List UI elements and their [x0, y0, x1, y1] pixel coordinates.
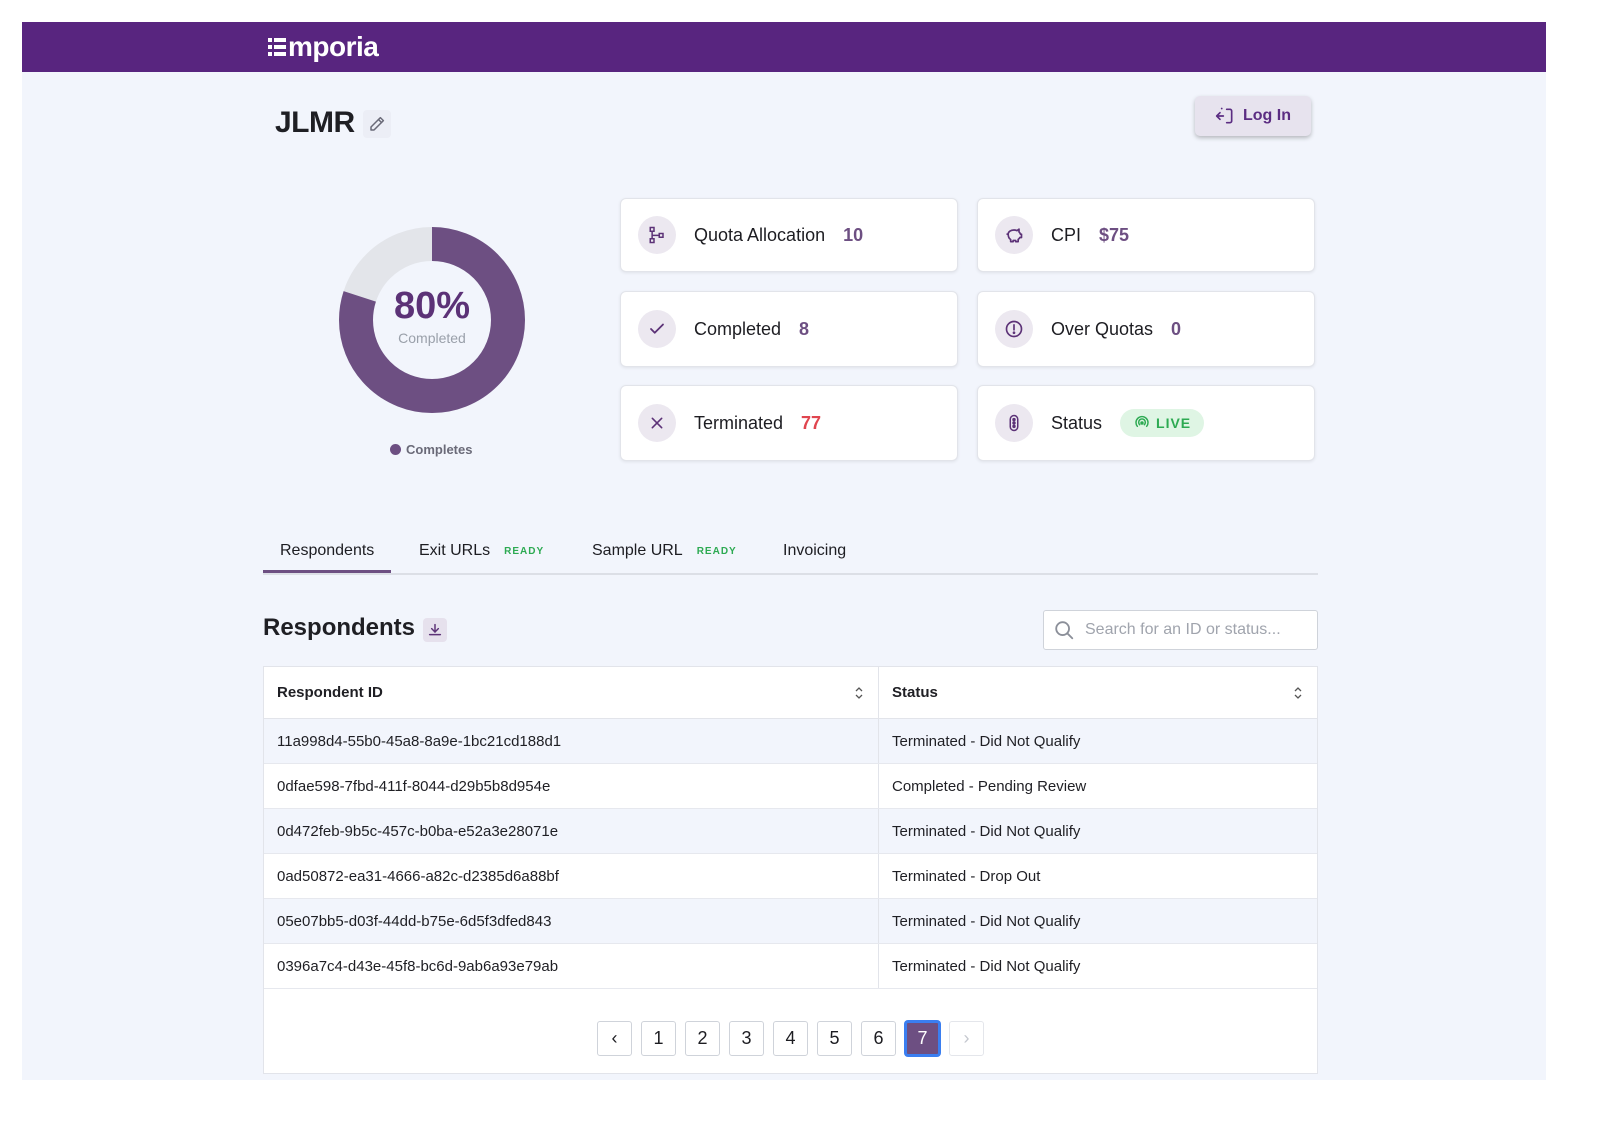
- tab-sample-url[interactable]: Sample URL READY: [592, 542, 737, 560]
- emporia-logo[interactable]: mporia: [268, 31, 379, 63]
- completed-value: 8: [799, 318, 810, 339]
- completion-percent: 80%: [393, 285, 471, 327]
- previous-page-button[interactable]: ‹: [597, 1021, 632, 1056]
- tab-invoicing[interactable]: Invoicing: [783, 542, 846, 560]
- status-label: Status: [1051, 412, 1103, 433]
- over-quotas-label: Over Quotas: [1051, 318, 1154, 339]
- status-live-badge: LIVE: [1120, 409, 1205, 437]
- edit-title-button[interactable]: [363, 110, 391, 138]
- column-header-label: Respondent ID: [277, 684, 383, 701]
- table-row[interactable]: 05e07bb5-d03f-44dd-b75e-6d5f3dfed843 Ter…: [264, 899, 1317, 944]
- tab-exit-urls-label: Exit URLs: [419, 542, 491, 559]
- over-quotas-value: 0: [1171, 318, 1182, 339]
- respondents-table: Respondent ID Status 11a998d4-55b0-45a8-…: [263, 666, 1318, 1074]
- check-icon: [638, 310, 676, 348]
- login-icon: [1215, 107, 1233, 124]
- completion-donut-chart: 80% Completed: [338, 226, 526, 414]
- quota-allocation-card: Quota Allocation 10: [620, 198, 958, 272]
- close-icon: [638, 404, 676, 442]
- download-button[interactable]: [423, 618, 447, 642]
- page-button-4[interactable]: 4: [773, 1021, 808, 1056]
- respondent-id-cell: 0dfae598-7fbd-411f-8044-d29b5b8d954e: [264, 764, 879, 808]
- search-icon: [1055, 621, 1074, 640]
- sort-icon[interactable]: [854, 686, 864, 700]
- sample-url-ready-badge: READY: [696, 545, 737, 557]
- section-tabs: Respondents Exit URLs READY Sample URL R…: [263, 528, 1318, 575]
- respondent-id-cell: 0396a7c4-d43e-45f8-bc6d-9ab6a93e79ab: [264, 944, 879, 988]
- status-cell: Terminated - Did Not Qualify: [892, 732, 1081, 750]
- table-row[interactable]: 11a998d4-55b0-45a8-8a9e-1bc21cd188d1 Ter…: [264, 719, 1317, 764]
- logo-text: mporia: [288, 31, 379, 62]
- app-frame: mporia JLMR Log In 80% Completed Complet…: [22, 22, 1546, 1080]
- top-nav-bar: mporia: [22, 22, 1546, 72]
- table-body: 11a998d4-55b0-45a8-8a9e-1bc21cd188d1 Ter…: [264, 719, 1317, 989]
- status-cell: Terminated - Did Not Qualify: [892, 912, 1081, 930]
- page-button-2[interactable]: 2: [685, 1021, 720, 1056]
- table-row[interactable]: 0396a7c4-d43e-45f8-bc6d-9ab6a93e79ab Ter…: [264, 944, 1317, 989]
- tab-invoicing-label: Invoicing: [783, 542, 847, 559]
- legend-dot: [390, 444, 401, 455]
- table-header: Respondent ID Status: [264, 667, 1317, 719]
- search-input[interactable]: [1085, 621, 1305, 639]
- search-box[interactable]: [1043, 610, 1318, 650]
- sort-icon[interactable]: [1293, 686, 1303, 700]
- traffic-light-icon: [995, 404, 1033, 442]
- pencil-icon: [370, 116, 385, 131]
- pagination-area: ‹ 1 2 3 4 5 6 7 ›: [264, 989, 1317, 1073]
- active-tab-indicator: [263, 570, 391, 573]
- page-button-5[interactable]: 5: [817, 1021, 852, 1056]
- status-card: Status LIVE: [977, 385, 1315, 461]
- tab-respondents[interactable]: Respondents: [280, 542, 374, 560]
- table-row[interactable]: 0d472feb-9b5c-457c-b0ba-e52a3e28071e Ter…: [264, 809, 1317, 854]
- cpi-label: CPI: [1051, 224, 1082, 245]
- respondent-id-cell: 11a998d4-55b0-45a8-8a9e-1bc21cd188d1: [264, 719, 879, 763]
- next-page-button[interactable]: ›: [949, 1021, 984, 1056]
- terminated-card: Terminated 77: [620, 385, 958, 461]
- table-row[interactable]: 0dfae598-7fbd-411f-8044-d29b5b8d954e Com…: [264, 764, 1317, 809]
- terminated-value: 77: [801, 412, 822, 433]
- respondent-id-cell: 05e07bb5-d03f-44dd-b75e-6d5f3dfed843: [264, 899, 879, 943]
- chart-legend[interactable]: Completes: [390, 442, 472, 457]
- column-header-label: Status: [892, 684, 938, 701]
- page-button-1[interactable]: 1: [641, 1021, 676, 1056]
- respondent-id-cell: 0d472feb-9b5c-457c-b0ba-e52a3e28071e: [264, 809, 879, 853]
- status-cell: Terminated - Did Not Qualify: [892, 822, 1081, 840]
- over-quotas-card: Over Quotas 0: [977, 291, 1315, 367]
- column-header-respondent-id[interactable]: Respondent ID: [264, 667, 879, 718]
- hierarchy-icon: [638, 216, 676, 254]
- tab-sample-url-label: Sample URL: [592, 542, 683, 559]
- respondents-heading: Respondents: [263, 614, 416, 641]
- status-cell: Completed - Pending Review: [892, 777, 1087, 795]
- respondent-id-cell: 0ad50872-ea31-4666-a82c-d2385d6a88bf: [264, 854, 879, 898]
- completed-label: Completed: [694, 318, 782, 339]
- exit-urls-ready-badge: READY: [504, 545, 545, 557]
- quota-label: Quota Allocation: [694, 224, 826, 245]
- logo-mark-icon: [268, 38, 286, 56]
- column-header-status[interactable]: Status: [879, 667, 1317, 718]
- piggy-bank-icon: [995, 216, 1033, 254]
- project-title: JLMR: [275, 106, 355, 139]
- quota-value: 10: [843, 224, 864, 245]
- pagination: ‹ 1 2 3 4 5 6 7 ›: [597, 1021, 984, 1056]
- completion-sublabel: Completed: [398, 330, 466, 346]
- page-button-7-current[interactable]: 7: [905, 1021, 940, 1056]
- page-button-3[interactable]: 3: [729, 1021, 764, 1056]
- cpi-value: $75: [1099, 224, 1130, 245]
- completed-card: Completed 8: [620, 291, 958, 367]
- tab-exit-urls[interactable]: Exit URLs READY: [419, 542, 544, 560]
- status-live-text: LIVE: [1156, 415, 1192, 431]
- legend-label: Completes: [406, 442, 473, 457]
- page-button-6[interactable]: 6: [861, 1021, 896, 1056]
- cpi-card: CPI $75: [977, 198, 1315, 272]
- download-icon: [428, 623, 442, 636]
- login-label: Log In: [1243, 107, 1291, 124]
- tab-respondents-label: Respondents: [280, 542, 375, 559]
- status-cell: Terminated - Drop Out: [892, 867, 1041, 885]
- status-cell: Terminated - Did Not Qualify: [892, 957, 1081, 975]
- login-button[interactable]: Log In: [1195, 96, 1311, 136]
- terminated-label: Terminated: [694, 412, 784, 433]
- alert-circle-icon: [995, 310, 1033, 348]
- broadcast-icon: [1135, 415, 1149, 428]
- table-row[interactable]: 0ad50872-ea31-4666-a82c-d2385d6a88bf Ter…: [264, 854, 1317, 899]
